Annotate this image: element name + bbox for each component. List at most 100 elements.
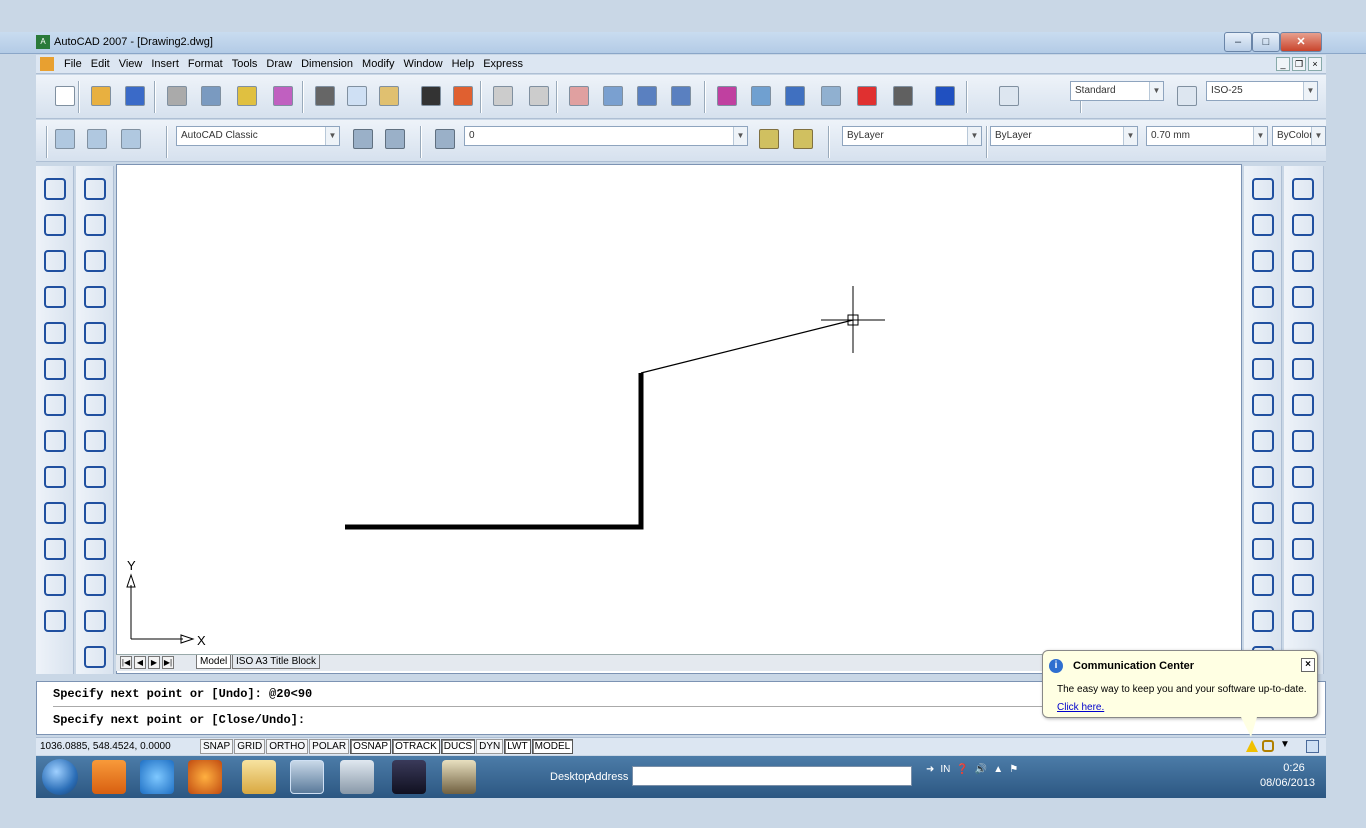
render-icon[interactable]	[116, 125, 146, 155]
aligned-dimension-icon[interactable]	[1288, 210, 1318, 240]
status-grid-button[interactable]: GRID	[234, 739, 266, 754]
block-editor-icon[interactable]	[448, 82, 478, 112]
menu-edit[interactable]: Edit	[91, 58, 110, 70]
balloon-link[interactable]: Click here.	[1057, 702, 1104, 713]
copy-icon[interactable]	[342, 82, 372, 112]
copy-object-icon[interactable]	[1248, 210, 1278, 240]
polyline-thick-segments[interactable]	[345, 373, 644, 530]
tab-first-button[interactable]: |◀	[120, 656, 132, 669]
menu-file[interactable]: File	[64, 58, 82, 70]
tab-last-button[interactable]: ▶|	[162, 656, 174, 669]
zoom-previous-icon[interactable]	[666, 82, 696, 112]
plot-icon[interactable]	[162, 82, 192, 112]
internet-explorer-icon[interactable]	[140, 760, 174, 794]
zoom-realtime-icon[interactable]	[598, 82, 628, 112]
go-icon[interactable]: ➜	[926, 764, 934, 775]
status-osnap-button[interactable]: OSNAP	[350, 739, 392, 754]
linear-dimension-icon[interactable]	[1288, 174, 1318, 204]
language-indicator[interactable]: IN	[940, 764, 950, 775]
snap-midpoint-icon[interactable]	[80, 210, 110, 240]
snap-parallel-icon[interactable]	[80, 498, 110, 528]
insert-block-icon[interactable]	[40, 570, 70, 600]
document-menu-icon[interactable]	[40, 57, 54, 71]
text-style-combo[interactable]: Standard ▼	[1070, 81, 1164, 101]
snap-apparent-icon[interactable]	[80, 282, 110, 312]
layer-manager-icon[interactable]	[430, 125, 460, 155]
new-icon[interactable]	[50, 82, 80, 112]
erase-icon[interactable]	[1248, 174, 1278, 204]
media-player-icon[interactable]	[92, 760, 126, 794]
chevron-down-icon[interactable]: ▼	[325, 127, 339, 145]
paste-icon[interactable]	[374, 82, 404, 112]
warning-icon[interactable]	[1246, 740, 1258, 752]
continue-icon[interactable]	[1288, 534, 1318, 564]
circle-icon[interactable]	[40, 390, 70, 420]
redo-icon[interactable]	[524, 82, 554, 112]
chevron-down-icon[interactable]: ▼	[1123, 127, 1137, 145]
command-prompt[interactable]: Specify next point or [Close/Undo]:	[53, 713, 305, 727]
linetype-combo[interactable]: ByLayer ▼	[990, 126, 1138, 146]
snap-none-icon[interactable]	[80, 642, 110, 672]
undo-icon[interactable]	[488, 82, 518, 112]
plot-preview-icon[interactable]	[196, 82, 226, 112]
drawing-area[interactable]: Y X	[116, 164, 1242, 674]
coordinate-readout[interactable]: 1036.0885, 548.4524, 0.0000	[40, 741, 171, 752]
doc-restore-button[interactable]: ❐	[1292, 57, 1306, 71]
baseline-icon[interactable]	[1288, 498, 1318, 528]
autocad-app-icon[interactable]: A	[36, 35, 50, 49]
workspace-settings-icon[interactable]	[348, 125, 378, 155]
tab-prev-button[interactable]: ◀	[134, 656, 146, 669]
flag-icon[interactable]: ⚑	[1009, 764, 1018, 775]
sheet-set-icon[interactable]	[816, 82, 846, 112]
help-icon[interactable]	[930, 82, 960, 112]
arc-icon[interactable]	[40, 354, 70, 384]
move-icon[interactable]	[1248, 354, 1278, 384]
scale-icon[interactable]	[1248, 426, 1278, 456]
minimize-button[interactable]: –	[1224, 32, 1252, 52]
markup-icon[interactable]	[852, 82, 882, 112]
dim-style-icon[interactable]	[1172, 82, 1202, 112]
trim-icon[interactable]	[1248, 498, 1278, 528]
autocad-taskbar-icon[interactable]	[290, 760, 324, 794]
menu-express[interactable]: Express	[483, 58, 523, 70]
snap-tangent-icon[interactable]	[80, 426, 110, 456]
chevron-down-icon[interactable]: ▼	[733, 127, 747, 145]
rectangle-icon[interactable]	[40, 318, 70, 348]
menu-view[interactable]: View	[119, 58, 143, 70]
construction-line-icon[interactable]	[40, 210, 70, 240]
color-combo[interactable]: ByLayer ▼	[842, 126, 982, 146]
chevron-down-icon[interactable]: ▼	[1311, 127, 1325, 145]
file-explorer-icon[interactable]	[242, 760, 276, 794]
workspace-combo[interactable]: AutoCAD Classic ▼	[176, 126, 340, 146]
publish-icon[interactable]	[232, 82, 262, 112]
status-menu-chevron-icon[interactable]: ▼	[1280, 739, 1290, 750]
offset-icon[interactable]	[1248, 282, 1278, 312]
help-icon[interactable]: ❓	[956, 764, 968, 775]
design-center-icon[interactable]	[746, 82, 776, 112]
3d-dwf-icon[interactable]	[268, 82, 298, 112]
snap-insert-icon[interactable]	[80, 534, 110, 564]
spline-icon[interactable]	[40, 462, 70, 492]
quick-leader-icon[interactable]	[1288, 570, 1318, 600]
chevron-down-icon[interactable]: ▼	[1149, 82, 1163, 100]
polygon-icon[interactable]	[40, 282, 70, 312]
mirror-icon[interactable]	[1248, 246, 1278, 276]
ordinate-icon[interactable]	[1288, 282, 1318, 312]
text-style-icon[interactable]	[994, 82, 1024, 112]
save-icon[interactable]	[120, 82, 150, 112]
chevron-down-icon[interactable]: ▼	[1253, 127, 1267, 145]
pan-icon[interactable]	[564, 82, 594, 112]
open-icon[interactable]	[86, 82, 116, 112]
jogged-icon[interactable]	[1288, 354, 1318, 384]
revision-cloud-icon[interactable]	[40, 426, 70, 456]
rotate-icon[interactable]	[1248, 390, 1278, 420]
menu-help[interactable]: Help	[452, 58, 475, 70]
snap-quadrant-icon[interactable]	[80, 390, 110, 420]
dim-style-combo[interactable]: ISO-25 ▼	[1206, 81, 1318, 101]
status-ortho-button[interactable]: ORTHO	[266, 739, 309, 754]
volume-icon[interactable]: 🔊	[975, 764, 987, 775]
desktop-toolbar-label[interactable]: Desktop	[550, 771, 590, 783]
arc-length-icon[interactable]	[1288, 246, 1318, 276]
address-input[interactable]	[632, 766, 912, 786]
quick-dimension-icon[interactable]	[1288, 462, 1318, 492]
